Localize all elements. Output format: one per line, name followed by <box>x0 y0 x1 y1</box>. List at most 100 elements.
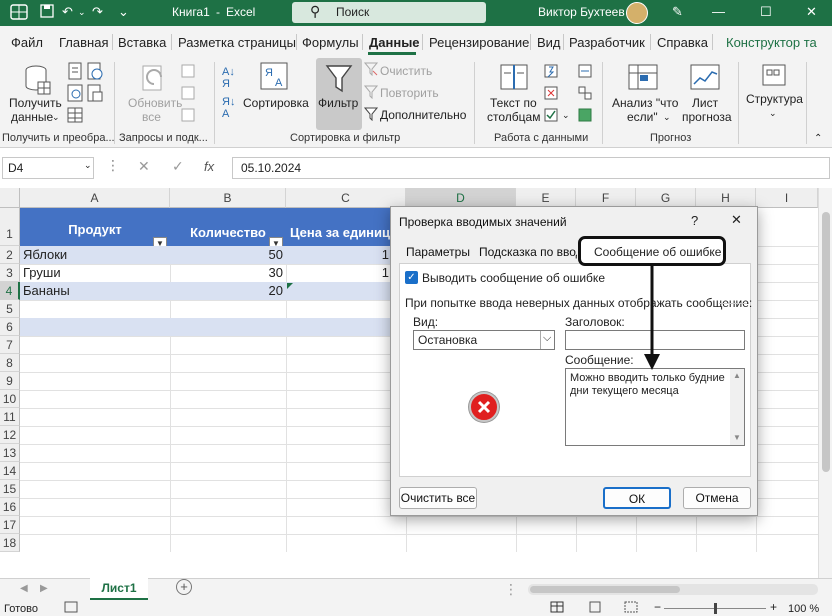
scroll-right-icon[interactable]: ▶ <box>40 583 48 594</box>
filter-funnel-icon[interactable] <box>325 64 353 97</box>
database-icon[interactable] <box>24 64 52 99</box>
normal-view-icon[interactable] <box>550 601 564 616</box>
column-header[interactable]: H <box>696 188 756 208</box>
outline-dropdown-icon[interactable]: ⌄ <box>769 106 777 120</box>
table-cell[interactable]: 30 <box>170 265 283 280</box>
get-data-dropdown-icon[interactable]: ⌄ <box>52 110 60 124</box>
minimize-icon[interactable]: — <box>712 4 725 20</box>
message-scrollbar[interactable]: ▲ ▼ <box>730 369 744 445</box>
table-header-cell[interactable]: Продукт <box>20 222 170 237</box>
close-icon[interactable]: ✕ <box>806 4 817 20</box>
scroll-up-icon[interactable]: ▲ <box>733 371 741 380</box>
column-header[interactable]: D <box>406 188 516 208</box>
table-cell[interactable]: 1 <box>286 247 389 262</box>
maximize-icon[interactable]: ☐ <box>760 4 772 20</box>
tab-data[interactable]: Данные <box>369 35 420 50</box>
more-sheets-icon[interactable]: ⋮ <box>504 581 518 598</box>
text-to-columns-label-1[interactable]: Текст по <box>490 96 537 110</box>
get-data-label-1[interactable]: Получить <box>9 96 62 110</box>
column-header[interactable]: A <box>20 188 170 208</box>
row-header[interactable]: 9 <box>0 372 20 390</box>
pen-icon[interactable]: ✎ <box>672 4 683 20</box>
row-header[interactable]: 6 <box>0 318 20 336</box>
from-text-icon[interactable] <box>67 62 83 83</box>
column-header[interactable]: F <box>576 188 636 208</box>
horizontal-scrollbar[interactable] <box>528 584 818 595</box>
table-cell[interactable]: Бананы <box>23 283 70 298</box>
table-cell[interactable]: 20 <box>170 283 283 298</box>
show-error-checkbox[interactable]: ✓ <box>405 271 418 284</box>
what-if-label-1[interactable]: Анализ "что <box>612 96 678 110</box>
name-box-dropdown-icon[interactable]: ⌄ <box>84 160 92 171</box>
tab-file[interactable]: Файл <box>11 35 43 50</box>
flash-fill-icon[interactable] <box>544 64 558 81</box>
insert-function-icon[interactable]: fx <box>204 159 214 174</box>
row-header[interactable]: 10 <box>0 390 20 408</box>
recent-sources-icon[interactable] <box>87 62 103 83</box>
tab-formulas[interactable]: Формулы <box>302 35 359 50</box>
vertical-scrollbar[interactable] <box>818 188 832 578</box>
what-if-dropdown-icon[interactable]: ⌄ <box>663 110 671 124</box>
data-validation-icon[interactable] <box>544 108 558 125</box>
tab-home[interactable]: Главная <box>59 35 108 50</box>
forecast-sheet-label-2[interactable]: прогноза <box>682 110 732 124</box>
tab-settings[interactable]: Параметры <box>406 245 470 259</box>
tab-input-message[interactable]: Подсказка по вводу <box>479 245 577 259</box>
row-header[interactable]: 18 <box>0 534 20 552</box>
column-header[interactable]: C <box>286 188 406 208</box>
table-cell[interactable]: 1 <box>286 265 389 280</box>
select-all-corner[interactable] <box>0 188 20 208</box>
error-message-textarea[interactable]: Можно вводить только будние дни текущего… <box>565 368 745 446</box>
from-table-icon[interactable] <box>67 106 83 127</box>
collapse-ribbon-icon[interactable]: ⌃ <box>814 132 822 146</box>
remove-duplicates-icon[interactable] <box>544 86 558 103</box>
formula-input[interactable]: 05.10.2024 <box>232 157 830 179</box>
customize-toolbar-icon[interactable]: ⌄ <box>118 4 129 20</box>
row-header[interactable]: 3 <box>0 264 20 282</box>
ok-button[interactable]: ОК <box>603 487 671 509</box>
row-header[interactable]: 14 <box>0 462 20 480</box>
data-validation-dropdown-icon[interactable]: ⌄ <box>562 108 570 122</box>
column-header[interactable]: G <box>636 188 696 208</box>
data-model-icon[interactable] <box>578 108 592 125</box>
row-header[interactable]: 2 <box>0 246 20 264</box>
sort-descending-icon[interactable]: Я↓ А <box>222 96 235 120</box>
existing-connections-icon[interactable] <box>87 84 103 105</box>
page-layout-view-icon[interactable] <box>588 601 602 616</box>
clear-all-button[interactable]: Очистить все <box>399 487 477 509</box>
forecast-sheet-label-1[interactable]: Лист <box>692 96 718 110</box>
zoom-in-icon[interactable]: + <box>770 600 777 614</box>
row-header[interactable]: 1 <box>0 208 20 246</box>
row-header[interactable]: 16 <box>0 498 20 516</box>
consolidate-icon[interactable] <box>578 64 592 81</box>
tab-view[interactable]: Вид <box>537 35 561 50</box>
redo-icon[interactable]: ↷ <box>92 4 103 20</box>
filter-label[interactable]: Фильтр <box>318 96 358 110</box>
accessibility-icon[interactable] <box>64 601 78 616</box>
tab-developer[interactable]: Разработчик <box>569 35 645 50</box>
column-header[interactable]: B <box>170 188 286 208</box>
row-header[interactable]: 17 <box>0 516 20 534</box>
page-break-view-icon[interactable] <box>624 601 638 616</box>
cancel-entry-icon[interactable]: ✕ <box>138 158 150 175</box>
outline-label[interactable]: Структура <box>746 92 803 106</box>
zoom-level[interactable]: 100 % <box>788 603 819 615</box>
dialog-close-icon[interactable]: ✕ <box>731 212 742 228</box>
row-header[interactable]: 7 <box>0 336 20 354</box>
table-cell[interactable]: 50 <box>170 247 283 262</box>
get-data-label-2[interactable]: данные <box>11 110 53 124</box>
error-indicator-icon[interactable] <box>287 283 293 289</box>
column-header[interactable]: E <box>516 188 576 208</box>
style-select-chevron-icon[interactable]: ⌵ <box>543 332 551 345</box>
column-header[interactable]: I <box>756 188 818 208</box>
user-name[interactable]: Виктор Бухтеев <box>538 5 625 19</box>
search-box[interactable]: ⚲ Поиск <box>292 2 486 23</box>
sheet-tab-active[interactable]: Лист1 <box>90 578 148 600</box>
name-box[interactable]: D4 <box>2 157 94 179</box>
zoom-out-icon[interactable]: − <box>654 600 661 614</box>
confirm-entry-icon[interactable]: ✓ <box>172 158 184 175</box>
undo-dropdown-icon[interactable]: ⌄ <box>78 4 86 20</box>
more-options-icon[interactable]: ⋮ <box>106 157 120 174</box>
sort-label[interactable]: Сортировка <box>243 96 309 110</box>
table-header-cell[interactable]: Цена за единиц <box>290 225 406 240</box>
